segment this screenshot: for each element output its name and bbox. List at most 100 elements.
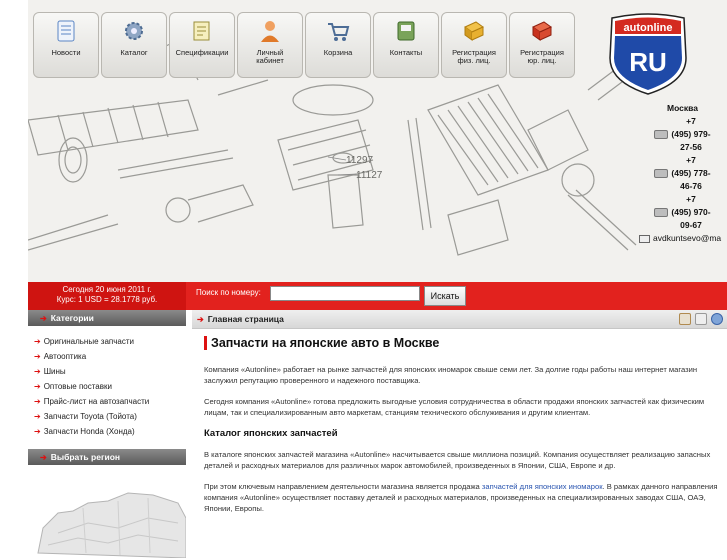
phone-row-1: +7 (495) 979- 27-56 — [638, 115, 727, 154]
category-item[interactable]: ➔ Автооптика — [34, 349, 186, 364]
nav-reg-jur-button[interactable]: Регистрация юр. лиц. — [509, 12, 575, 78]
categories-header: ➔ Категории — [28, 310, 186, 326]
top-navigation: Новости Каталог Спецификации Личный каби… — [33, 12, 575, 78]
book-red-icon — [532, 21, 552, 41]
date-text: Сегодня 20 июня 2011 г. — [62, 285, 152, 294]
rate-text: Курс: 1 USD = 28.1778 руб. — [56, 295, 158, 304]
nav-contacts-button[interactable]: Контакты — [373, 12, 439, 78]
nav-cabinet-button[interactable]: Личный кабинет — [237, 12, 303, 78]
paragraph-3: В каталоге японских запчастей магазина «… — [204, 450, 711, 470]
header: 11297 11127 Новости Каталог Спецификации… — [28, 0, 727, 282]
category-item[interactable]: ➔ Запчасти Toyota (Тойота) — [34, 409, 186, 424]
region-map[interactable] — [28, 473, 187, 559]
arrow-icon: ➔ — [34, 412, 41, 421]
category-label: Запчасти Honda (Хонда) — [43, 427, 135, 436]
email-link[interactable]: avdkuntsevo@ma — [653, 232, 721, 245]
phone-icon — [654, 208, 669, 217]
cart-icon — [328, 23, 350, 41]
nav-cabinet-text: Личный кабинет — [256, 48, 284, 65]
nav-specs-label: Спецификации — [175, 48, 229, 57]
arrow-icon: ➔ — [40, 314, 47, 323]
logo-top-text: autonline — [624, 22, 673, 34]
paragraph-4: При этом ключевым направлением деятельно… — [204, 481, 719, 514]
help-icon[interactable] — [711, 313, 723, 325]
breadcrumb: ➔ Главная страница — [192, 310, 727, 329]
category-label: Оптовые поставки — [43, 382, 112, 391]
phone-row-2: +7 (495) 778- 46-76 — [638, 154, 727, 193]
phone-row-3: +7 (495) 970- 09-67 — [638, 193, 727, 232]
nav-cart-label: Корзина — [323, 48, 353, 57]
arrow-icon: ➔ — [34, 382, 41, 391]
nav-cart-button[interactable]: Корзина — [305, 12, 371, 78]
nav-reg-jur-text: Регистрация юр. лиц. — [520, 48, 564, 65]
page-title: Запчасти на японские авто в Москве — [204, 336, 719, 350]
arrow-icon: ➔ — [34, 337, 41, 346]
autonline-logo[interactable]: autonline RU — [606, 12, 690, 96]
arrow-icon: ➔ — [197, 315, 204, 324]
paragraph-2: Сегодня компания «Autonline» готова пред… — [204, 397, 705, 417]
search-label: Поиск по номеру: — [196, 288, 261, 297]
search-button[interactable]: Искать — [424, 286, 466, 306]
phone-1: +7 (495) 979- 27-56 — [671, 116, 711, 152]
page-tools — [679, 313, 723, 325]
sidebar: ➔ Категории ➔ Оригинальные запчасти ➔ Автоо… — [28, 310, 187, 559]
search-input[interactable] — [270, 286, 420, 301]
category-label: Автооптика — [43, 352, 87, 361]
breadcrumb-label: Главная страница — [207, 314, 284, 324]
category-label: Шины — [43, 367, 66, 376]
paragraph-1: Компания «Autonline» работает на рынке з… — [204, 365, 698, 385]
nav-contacts-label: Контакты — [389, 48, 423, 57]
categories-list: ➔ Оригинальные запчасти ➔ Автооптика ➔ Шины… — [28, 326, 186, 449]
user-icon — [261, 21, 279, 42]
phone-icon — [654, 169, 669, 178]
print-icon[interactable] — [695, 313, 707, 325]
date-block: Сегодня 20 июня 2011 г. Курс: 1 USD = 28… — [28, 282, 186, 310]
nav-catalog-button[interactable]: Каталог — [101, 12, 167, 78]
nav-reg-phys-button[interactable]: Регистрация физ. лиц. — [441, 12, 507, 78]
home-icon[interactable] — [679, 313, 691, 325]
categories-title: Категории — [50, 313, 94, 323]
nav-reg-phys-label: Регистрация физ. лиц. — [452, 49, 496, 65]
phone-2: +7 (495) 778- 46-76 — [671, 155, 711, 191]
arrow-icon: ➔ — [34, 397, 41, 406]
category-label: Оригинальные запчасти — [43, 337, 134, 346]
search-bar: Сегодня 20 июня 2011 г. Курс: 1 USD = 28… — [28, 282, 727, 310]
news-icon — [57, 20, 75, 42]
article: Запчасти на японские авто в Москве Компа… — [192, 329, 727, 514]
arrow-icon: ➔ — [34, 367, 41, 376]
section-heading: Каталог японских запчастей — [204, 428, 338, 439]
email-row[interactable]: avdkuntsevo@ma — [638, 232, 727, 245]
nav-reg-jur-label: Регистрация юр. лиц. — [520, 49, 564, 65]
category-item[interactable]: ➔ Шины — [34, 364, 186, 379]
arrow-icon: ➔ — [40, 453, 47, 462]
category-label: Запчасти Toyota (Тойота) — [43, 412, 137, 421]
arrow-icon: ➔ — [34, 427, 41, 436]
category-item[interactable]: ➔ Прайс-лист на автозапчасти — [34, 394, 186, 409]
arrow-icon: ➔ — [34, 352, 41, 361]
nav-reg-phys-text: Регистрация физ. лиц. — [452, 48, 496, 65]
category-item[interactable]: ➔ Оригинальные запчасти — [34, 334, 186, 349]
nav-cabinet-label: Личный кабинет — [256, 49, 284, 65]
paragraph-4-start: При этом ключевым направлением деятельно… — [204, 482, 482, 491]
category-label: Прайс-лист на автозапчасти — [43, 397, 150, 406]
mail-icon — [639, 234, 650, 243]
part-label-1: 11297 — [346, 155, 374, 166]
gear-icon — [125, 22, 143, 40]
main-content: ➔ Главная страница Запчасти на японские а… — [192, 310, 727, 545]
nav-news-label: Новости — [51, 48, 81, 57]
japanese-parts-link[interactable]: запчастей для японских иномарок — [482, 482, 603, 491]
logo-bottom-text: RU — [629, 47, 667, 77]
category-item[interactable]: ➔ Запчасти Honda (Хонда) — [34, 424, 186, 439]
part-label-2: 11127 — [356, 170, 383, 181]
address-book-icon — [397, 21, 415, 41]
nav-news-button[interactable]: Новости — [33, 12, 99, 78]
region-title: Выбрать регион — [50, 452, 121, 462]
book-icon — [464, 21, 484, 41]
nav-catalog-label: Каталог — [120, 48, 148, 57]
category-item[interactable]: ➔ Оптовые поставки — [34, 379, 186, 394]
nav-specs-button[interactable]: Спецификации — [169, 12, 235, 78]
contacts-block: Москва +7 (495) 979- 27-56 +7 (495) 778-… — [638, 102, 727, 245]
contacts-city: Москва — [667, 103, 698, 113]
document-icon — [193, 21, 210, 41]
region-header: ➔ Выбрать регион — [28, 449, 186, 465]
